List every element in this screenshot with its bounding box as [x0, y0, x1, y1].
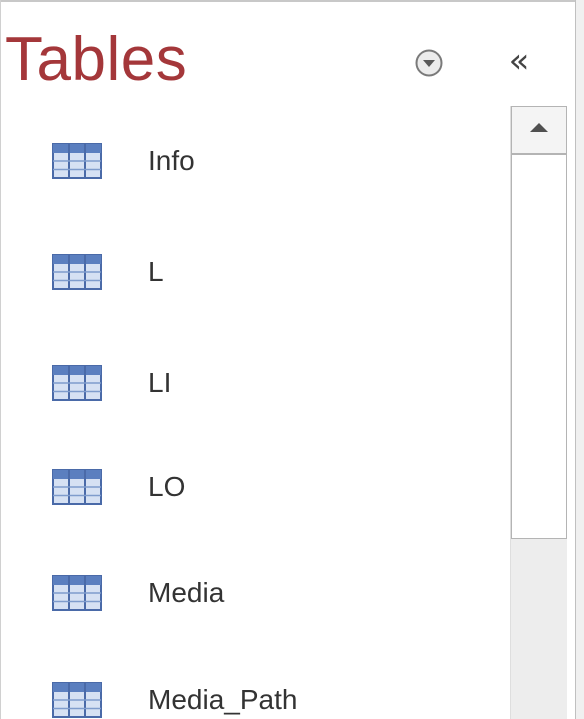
table-item[interactable]: L [30, 237, 495, 307]
table-icon [52, 365, 102, 401]
table-item[interactable]: Info [30, 126, 495, 196]
table-icon [52, 469, 102, 505]
table-list: Info L LI LO Media Media_Path [0, 0, 505, 719]
table-item-label: Media [148, 577, 225, 608]
table-item-label: L [148, 256, 164, 287]
scrollbar-thumb[interactable] [511, 154, 567, 539]
table-item[interactable]: LO [30, 452, 495, 522]
navigation-pane: Tables « Info L LI LO Media Media_Path [0, 0, 575, 719]
table-item-label: Media_Path [148, 684, 298, 715]
table-icon [52, 682, 102, 718]
scroll-up-button[interactable] [511, 106, 567, 154]
table-item[interactable]: Media [30, 558, 495, 628]
table-item-label: LI [148, 367, 172, 398]
table-item-label: LO [148, 471, 186, 502]
collapse-pane-button[interactable]: « [500, 42, 538, 80]
table-icon [52, 254, 102, 290]
vertical-scrollbar[interactable] [510, 106, 567, 719]
pane-divider[interactable] [575, 0, 584, 719]
table-icon [52, 575, 102, 611]
table-icon [52, 143, 102, 179]
table-item[interactable]: LI [30, 348, 495, 418]
table-item[interactable]: Media_Path [30, 665, 495, 719]
triangle-up-icon [530, 123, 548, 132]
double-chevron-left-icon: « [508, 41, 530, 81]
table-item-label: Info [148, 145, 195, 176]
